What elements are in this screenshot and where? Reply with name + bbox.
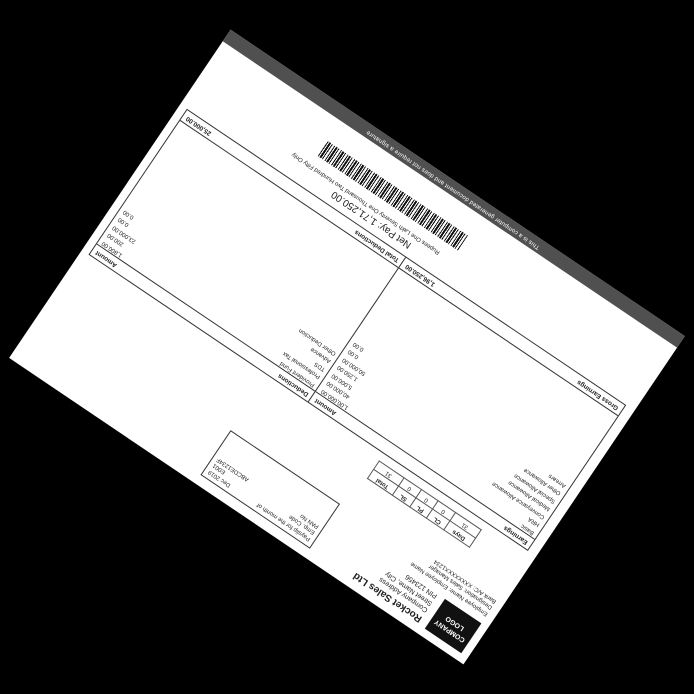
payslip-document: COMPANY LOGO Rocket Sales Ltd Company Ad… [9,29,685,665]
payslip-meta: Payslip for the month of Dec 2019 Emp. Co… [200,430,341,549]
